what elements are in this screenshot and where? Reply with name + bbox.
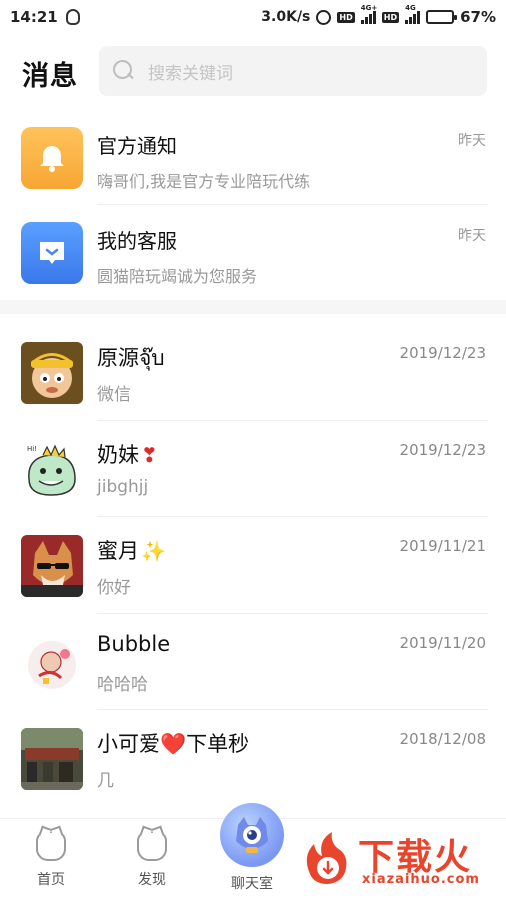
chat-list: 原源จุ๊บ 微信 2019/12/23 Hi! 奶妹 ❣ jibghjj 201… <box>0 324 506 807</box>
list-item-customer-service[interactable]: 我的客服 圆猫陪玩竭诚为您服务 昨天 <box>0 205 506 300</box>
item-subtitle: 圆猫陪玩竭诚为您服务 <box>97 267 258 286</box>
watermark-url: xiazaihuo.com <box>362 872 480 887</box>
sparkles-emoji-icon: ✨ <box>141 539 166 563</box>
chatroom-mascot-icon <box>220 803 284 867</box>
chat-row[interactable]: Bubble 哈哈哈 2019/11/20 <box>0 614 506 710</box>
cartoon-boy-avatar <box>21 342 83 404</box>
discover-cat-icon <box>137 831 167 861</box>
page-title: 消息 <box>22 61 78 92</box>
flame-logo-icon <box>306 832 347 884</box>
chat-row[interactable]: 小可爱❤️下单秒 几 2018/12/08 <box>0 710 506 807</box>
list-item-official-notice[interactable]: 官方通知 嗨哥们,我是官方专业陪玩代练 昨天 <box>0 110 506 205</box>
chat-last-message: jibghjj <box>97 476 149 497</box>
item-time: 昨天 <box>458 228 486 244</box>
search-icon <box>113 60 135 82</box>
status-time: 14:21 <box>10 8 58 26</box>
cartoon-sketch-avatar <box>21 631 83 694</box>
section-divider <box>0 300 506 314</box>
tab-chatroom[interactable]: 聊天室 <box>219 803 285 893</box>
chat-name: 奶妹 ❣ <box>97 442 158 467</box>
chat-last-message: 哈哈哈 <box>97 674 148 695</box>
bell-icon <box>21 127 83 189</box>
status-right: 3.0K/s HD 4G+ HD 4G 67% <box>261 4 496 26</box>
header: 消息 搜索关键词 <box>0 44 506 100</box>
item-time: 昨天 <box>458 133 486 149</box>
chat-row[interactable]: Hi! 奶妹 ❣ jibghjj 2019/12/23 <box>0 421 506 517</box>
chat-time: 2019/11/21 <box>399 537 486 555</box>
qq-icon <box>65 9 80 25</box>
chat-last-message: 你好 <box>97 578 131 598</box>
cartoon-dinosaur-avatar: Hi! <box>21 438 83 501</box>
chat-name: Bubble <box>97 631 171 656</box>
chat-time: 2019/12/23 <box>399 344 486 362</box>
tab-label: 聊天室 <box>231 876 273 892</box>
chat-time: 2019/11/20 <box>399 633 486 652</box>
photo-street-avatar <box>21 728 83 790</box>
alarm-icon <box>316 9 332 25</box>
tab-label: 发现 <box>138 872 166 888</box>
tab-label: 首页 <box>37 872 65 888</box>
chat-row[interactable]: 原源จุ๊บ 微信 2019/12/23 <box>0 324 506 421</box>
chat-name: 小可爱❤️下单秒 <box>97 732 250 756</box>
dog-sunglasses-avatar <box>21 535 83 597</box>
home-cat-icon <box>36 831 66 861</box>
hd-icon-2: HD <box>381 11 400 23</box>
battery-icon <box>426 10 458 24</box>
watermark-logo: 下载火 xiazaihuo.com <box>300 826 500 892</box>
chat-time: 2019/12/23 <box>399 440 486 459</box>
tab-discover[interactable]: 发现 <box>117 831 187 889</box>
chat-bubble-icon <box>21 222 83 284</box>
battery-percent: 67% <box>460 8 496 26</box>
item-title: 官方通知 <box>97 134 177 158</box>
signal-icon: 4G+ <box>360 4 377 24</box>
system-messages: 官方通知 嗨哥们,我是官方专业陪玩代练 昨天 我的客服 圆猫陪玩竭诚为您服务 昨… <box>0 110 506 300</box>
signal-icon-2: 4G <box>405 4 421 24</box>
item-subtitle: 嗨哥们,我是官方专业陪玩代练 <box>97 172 311 191</box>
hd-icon: HD <box>337 11 355 23</box>
heart-emoji-icon: ❣ <box>141 442 158 467</box>
status-bar: 14:21 3.0K/s HD 4G+ HD 4G 67% <box>0 0 506 34</box>
item-title: 我的客服 <box>97 229 177 253</box>
chat-row[interactable]: 蜜月 ✨ 你好 2019/11/21 <box>0 517 506 614</box>
chat-last-message: 几 <box>97 771 114 791</box>
chat-last-message: 微信 <box>97 385 131 405</box>
network-speed: 3.0K/s <box>261 9 311 25</box>
chat-name: 蜜月 ✨ <box>97 539 166 563</box>
chat-time: 2018/12/08 <box>399 730 486 748</box>
tab-home[interactable]: 首页 <box>16 831 86 889</box>
search-placeholder: 搜索关键词 <box>148 63 233 84</box>
search-input[interactable]: 搜索关键词 <box>99 46 487 96</box>
svg-text:Hi!: Hi! <box>27 445 37 453</box>
chat-name: 原源จุ๊บ <box>97 346 165 370</box>
